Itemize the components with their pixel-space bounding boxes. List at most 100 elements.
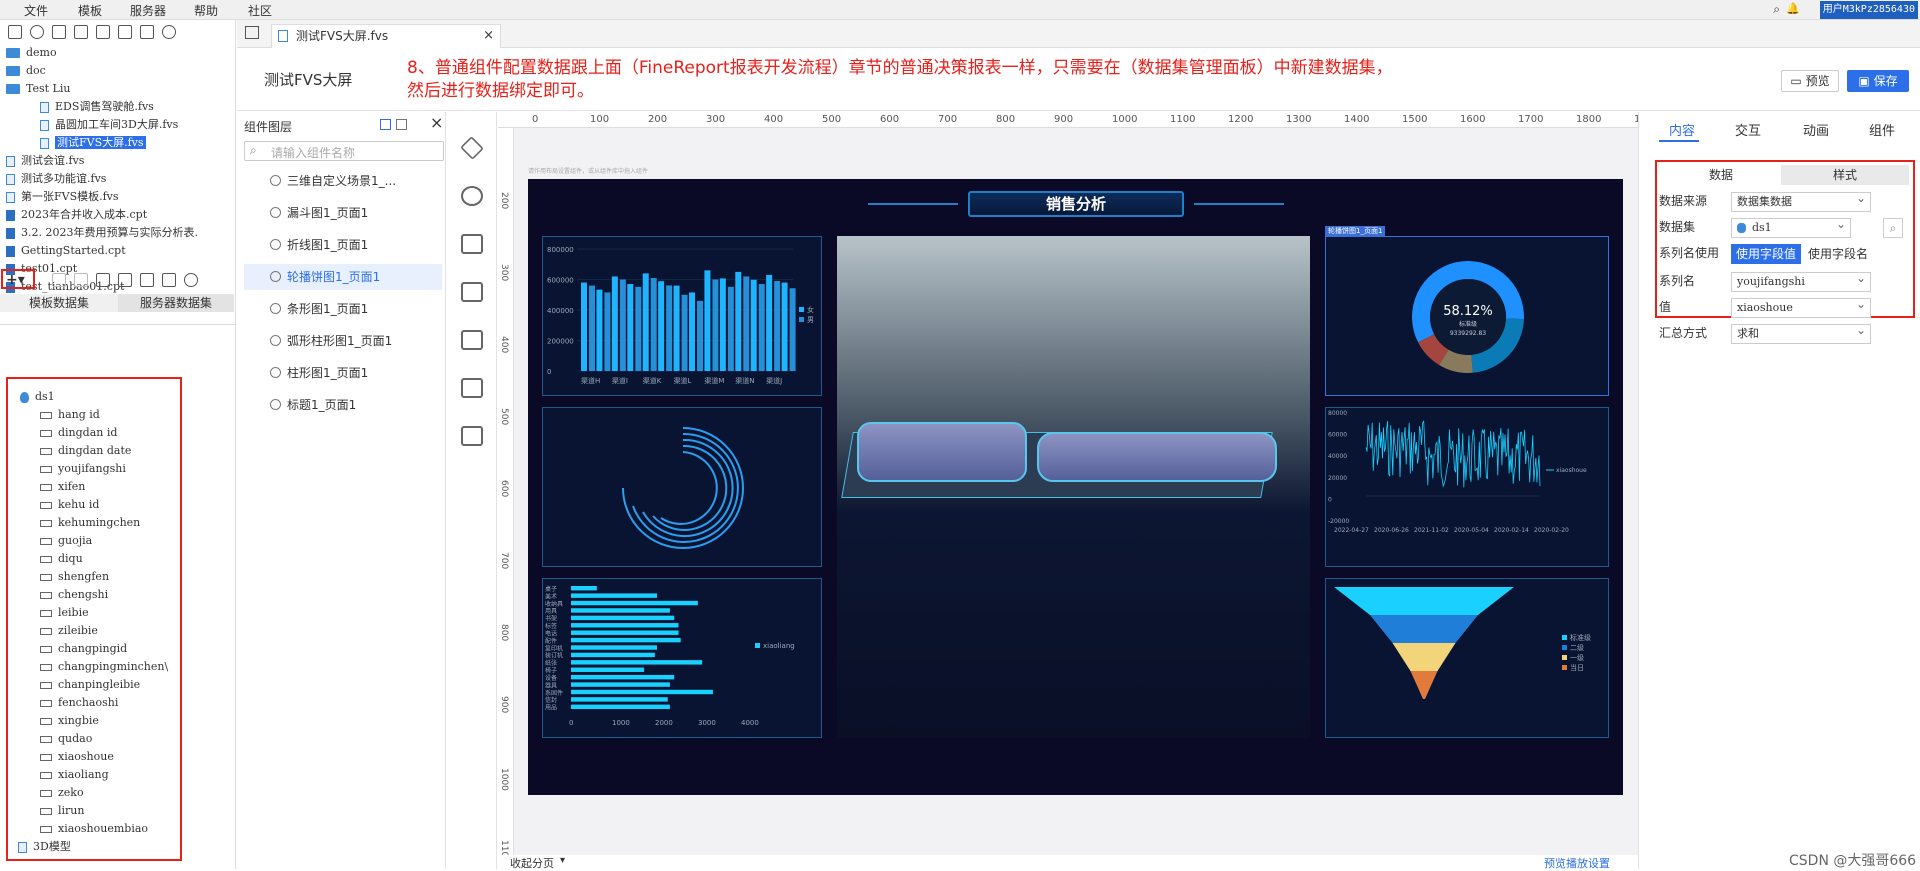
data-source-select[interactable]: 数据集数据: [1731, 189, 1871, 212]
tree-item[interactable]: 测试会谊.fvs: [6, 152, 84, 170]
field-item[interactable]: xiaoshouembiao: [40, 820, 148, 838]
delete-dataset-icon[interactable]: [74, 272, 88, 287]
preview-dataset-icon[interactable]: [96, 272, 110, 287]
delete-icon[interactable]: [96, 24, 110, 39]
tab-interaction[interactable]: 交互: [1735, 120, 1761, 139]
dataset-ds1[interactable]: ds1: [20, 388, 55, 406]
back-icon[interactable]: [245, 26, 259, 39]
open-icon[interactable]: [52, 24, 66, 39]
tree-item[interactable]: 测试FVS大屏.fvs: [40, 134, 146, 152]
field-item[interactable]: chanpingleibie: [40, 676, 140, 694]
field-item[interactable]: kehu id: [40, 496, 99, 514]
search-dataset-icon[interactable]: [184, 272, 198, 287]
field-item[interactable]: diqu: [40, 550, 83, 568]
menu-help[interactable]: 帮助: [194, 2, 218, 19]
layer-search-input[interactable]: ⌕ 请输入组件名称: [244, 141, 444, 161]
db-icon[interactable]: [118, 272, 132, 287]
tree-item[interactable]: EDS调售驾驶舱.fvs: [40, 98, 154, 116]
layer-item[interactable]: 标题1_页面1: [270, 392, 356, 418]
field-item[interactable]: hang id: [40, 406, 100, 424]
field-item[interactable]: changpingminchen\: [40, 658, 168, 676]
table-icon[interactable]: [461, 378, 483, 398]
3d-scene-panel[interactable]: [837, 236, 1310, 738]
layer-item[interactable]: 柱形图1_页面1: [270, 360, 368, 386]
copy-icon[interactable]: [118, 24, 132, 39]
db-remove-icon[interactable]: [162, 272, 176, 287]
layer-item[interactable]: 三维自定义场景1_...: [270, 168, 396, 194]
layer-item[interactable]: 弧形柱形图1_页面1: [270, 328, 392, 354]
3d-cube-icon[interactable]: [460, 136, 484, 160]
field-item[interactable]: fenchaoshi: [40, 694, 118, 712]
search-icon[interactable]: ⌕: [1883, 218, 1903, 238]
subtab-style[interactable]: 样式: [1781, 165, 1909, 185]
tree-3d-model[interactable]: 3D模型: [18, 838, 71, 856]
tree-item[interactable]: 测试多功能谊.fvs: [6, 170, 106, 188]
hbar-chart-panel[interactable]: 桌子 美术 收纳具 用具 书架 标签 电话 配件 复印机 装订机 纸张 椅子 设备 器具 系固件 信封 用品 0 1…: [542, 578, 822, 738]
bell-icon[interactable]: 🔔: [1786, 2, 1800, 15]
field-item[interactable]: dingdan date: [40, 442, 131, 460]
layer-item[interactable]: 轮播饼图1_页面1: [244, 264, 442, 290]
use-field-name-toggle[interactable]: 使用字段名: [1803, 244, 1873, 264]
field-item[interactable]: leibie: [40, 604, 89, 622]
video-icon[interactable]: [461, 282, 483, 302]
field-item[interactable]: chengshi: [40, 586, 108, 604]
layer-item[interactable]: 折线图1_页面1: [270, 232, 368, 258]
layer-item[interactable]: 条形图1_页面1: [270, 296, 368, 322]
trash-icon[interactable]: [140, 24, 154, 39]
use-field-value-toggle[interactable]: 使用字段值: [1731, 244, 1801, 264]
field-item[interactable]: youjifangshi: [40, 460, 126, 478]
inbox-icon[interactable]: [461, 330, 483, 350]
tree-item[interactable]: 3.2. 2023年费用预算与实际分析表.: [6, 224, 198, 242]
rotating-pie-panel[interactable]: 轮播饼图1_页面1 58.12% 标准级 9339292.83: [1325, 226, 1609, 396]
edit-dataset-icon[interactable]: [52, 272, 66, 287]
menu-server[interactable]: 服务器: [130, 2, 166, 19]
close-panel-icon[interactable]: ×: [430, 113, 443, 132]
line-chart-panel[interactable]: -20000 0 20000 40000 60000 80000 2022-04-27 202…: [1325, 407, 1609, 567]
tree-item[interactable]: GettingStarted.cpt: [6, 242, 126, 260]
tab-server-dataset[interactable]: 服务器数据集: [118, 294, 234, 312]
dashboard-title[interactable]: 销售分析: [968, 191, 1184, 217]
chevron-down-icon[interactable]: ▾: [560, 855, 565, 866]
value-select[interactable]: xiaoshoue: [1731, 295, 1871, 318]
tab-content[interactable]: 内容: [1669, 120, 1695, 139]
bar-chart-panel[interactable]: 0 200000 400000 600000 800000 渠道H 渠道I 渠道K 渠道L 渠道M…: [542, 236, 822, 396]
text-icon[interactable]: [461, 234, 483, 254]
tree-item[interactable]: 第一张FVS模板.fvs: [6, 188, 119, 206]
field-item[interactable]: kehumingchen: [40, 514, 140, 532]
funnel-chart-panel[interactable]: 标准级 二级 一级 当日: [1325, 578, 1609, 738]
menu-template[interactable]: 模板: [78, 2, 102, 19]
tree-item[interactable]: 晶圆加工车间3D大屏.fvs: [40, 116, 178, 134]
series-name-select[interactable]: youjifangshi: [1731, 269, 1871, 292]
preview-button[interactable]: ▭ 预览: [1781, 70, 1839, 92]
layout-alt-icon[interactable]: [396, 119, 407, 130]
tab-animation[interactable]: 动画: [1803, 120, 1829, 139]
aggregation-select[interactable]: 求和: [1731, 321, 1871, 344]
new-file-icon[interactable]: [8, 24, 22, 39]
field-item[interactable]: zeko: [40, 784, 84, 802]
field-item[interactable]: lirun: [40, 802, 84, 820]
save-button[interactable]: ▣ 保存: [1847, 70, 1909, 92]
refresh-icon[interactable]: [30, 24, 44, 39]
edit-icon[interactable]: [74, 24, 88, 39]
field-item[interactable]: qudao: [40, 730, 92, 748]
tree-item[interactable]: Test Liu: [6, 80, 70, 98]
field-item[interactable]: zileibie: [40, 622, 98, 640]
add-dataset-button[interactable]: +▾: [6, 272, 25, 288]
field-item[interactable]: guojia: [40, 532, 92, 550]
dataset-select[interactable]: ds1: [1731, 215, 1851, 238]
layer-item[interactable]: 漏斗图1_页面1: [270, 200, 368, 226]
locate-icon[interactable]: [162, 24, 176, 39]
arc-bar-panel[interactable]: [542, 407, 822, 567]
tab-component[interactable]: 组件: [1869, 120, 1895, 139]
db-add-icon[interactable]: [140, 272, 154, 287]
tree-item[interactable]: doc: [6, 62, 46, 80]
search-icon[interactable]: ⌕: [1773, 2, 1780, 17]
layout-icon[interactable]: [380, 119, 391, 130]
user-badge[interactable]: 用户M3kPz2856430: [1819, 1, 1918, 19]
tree-item[interactable]: 2023年合并收入成本.cpt: [6, 206, 147, 224]
field-item[interactable]: xiaoliang: [40, 766, 109, 784]
field-item[interactable]: xingbie: [40, 712, 99, 730]
tab-template-dataset[interactable]: 模板数据集: [0, 294, 118, 312]
field-item[interactable]: changpingid: [40, 640, 127, 658]
menu-file[interactable]: 文件: [24, 2, 48, 19]
